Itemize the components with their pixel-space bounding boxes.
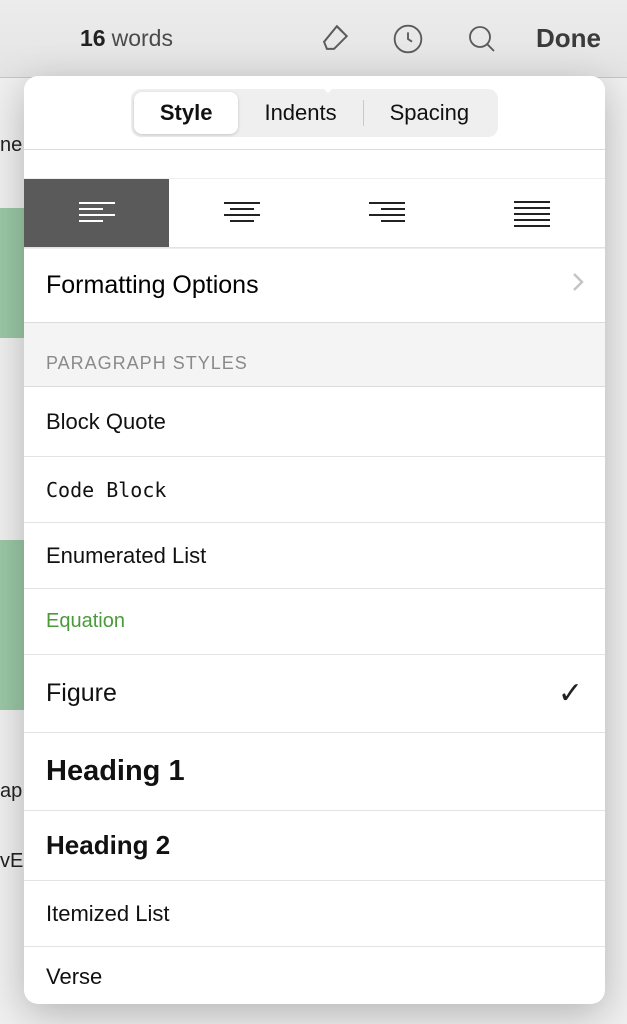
tab-segmented-control: Style Indents Spacing bbox=[24, 76, 605, 150]
align-justify-button[interactable] bbox=[460, 179, 605, 247]
bg-image-fragment bbox=[0, 208, 24, 338]
paragraph-style-item[interactable]: Verse bbox=[24, 947, 605, 1004]
paragraph-style-label: Itemized List bbox=[46, 901, 170, 927]
paragraph-style-label: Enumerated List bbox=[46, 543, 206, 569]
paragraph-style-item[interactable]: Heading 2 bbox=[24, 811, 605, 881]
paragraph-style-label: Figure bbox=[46, 679, 117, 708]
align-left-button[interactable] bbox=[24, 179, 169, 247]
paragraph-style-label: Heading 1 bbox=[46, 755, 185, 788]
paragraph-style-label: Equation bbox=[46, 610, 125, 633]
formatting-options-row[interactable]: Formatting Options bbox=[24, 248, 605, 323]
bg-text: ap bbox=[0, 780, 22, 803]
paragraph-style-label: Code Block bbox=[46, 478, 166, 502]
bg-image-fragment bbox=[0, 540, 24, 710]
paragraph-style-item[interactable]: Equation bbox=[24, 589, 605, 655]
paragraph-style-item[interactable]: Itemized List bbox=[24, 881, 605, 947]
tab-style[interactable]: Style bbox=[134, 92, 239, 134]
word-count[interactable]: 16 words bbox=[24, 25, 173, 52]
history-clock-icon[interactable] bbox=[388, 19, 428, 59]
paragraph-style-item[interactable]: Figure ✓ bbox=[24, 655, 605, 733]
format-popover: Style Indents Spacing bbox=[24, 76, 605, 1004]
paragraph-style-label: Verse bbox=[46, 964, 102, 990]
align-center-button[interactable] bbox=[169, 179, 314, 247]
bg-text: ne bbox=[0, 134, 22, 157]
formatting-options-label: Formatting Options bbox=[46, 271, 259, 300]
paragraph-style-label: Heading 2 bbox=[46, 830, 170, 861]
tab-spacing[interactable]: Spacing bbox=[364, 92, 496, 134]
paragraph-style-item[interactable]: Heading 1 bbox=[24, 733, 605, 811]
search-icon[interactable] bbox=[462, 19, 502, 59]
word-count-label: words bbox=[112, 25, 173, 52]
toolbar: 16 words Done bbox=[0, 0, 627, 78]
align-right-button[interactable] bbox=[315, 179, 460, 247]
done-button[interactable]: Done bbox=[536, 23, 601, 54]
paragraph-styles-header: PARAGRAPH STYLES bbox=[24, 323, 605, 387]
tab-indents[interactable]: Indents bbox=[238, 92, 362, 134]
checkmark-icon: ✓ bbox=[558, 676, 583, 711]
toolbar-right: Done bbox=[314, 19, 601, 59]
paragraph-style-label: Block Quote bbox=[46, 409, 166, 435]
chevron-right-icon bbox=[571, 271, 585, 300]
format-brush-icon[interactable] bbox=[314, 19, 354, 59]
paragraph-style-item[interactable]: Block Quote bbox=[24, 387, 605, 457]
word-count-number: 16 bbox=[80, 25, 106, 52]
bg-text: vE bbox=[0, 850, 23, 873]
paragraph-style-item[interactable]: Code Block bbox=[24, 457, 605, 523]
alignment-row bbox=[24, 178, 605, 248]
paragraph-style-item[interactable]: Enumerated List bbox=[24, 523, 605, 589]
paragraph-style-list: Block Quote Code Block Enumerated List Equa… bbox=[24, 387, 605, 1004]
